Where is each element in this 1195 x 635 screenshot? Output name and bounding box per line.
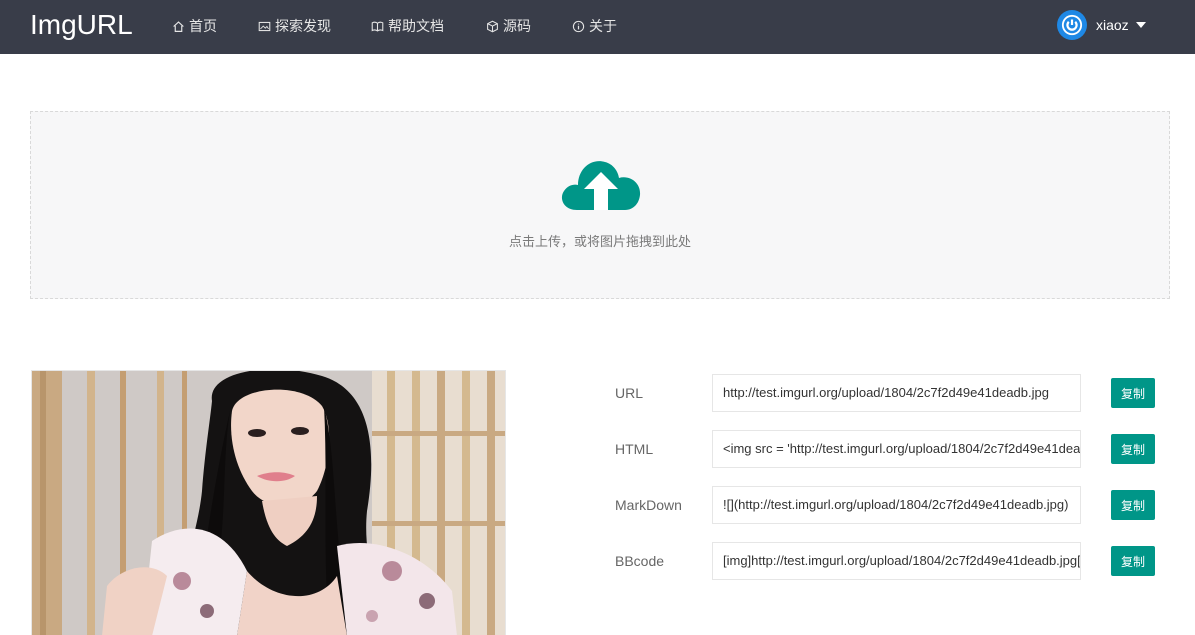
nav-item-docs[interactable]: 帮助文档 [371, 15, 444, 37]
html-label: HTML [615, 441, 654, 457]
top-navbar: ImgURL 首页 探索发现 帮助文档 源码 关于 xiaoz [0, 0, 1195, 54]
copy-markdown-button[interactable]: 复制 [1111, 490, 1155, 520]
upload-dropzone[interactable]: 点击上传，或将图片拖拽到此处 [30, 111, 1170, 299]
nav-item-label: 探索发现 [275, 18, 331, 34]
uploaded-image-preview [31, 370, 506, 635]
cloud-upload-icon [561, 161, 641, 210]
nav-item-label: 关于 [589, 18, 617, 34]
power-icon [1061, 14, 1083, 36]
nav-item-source[interactable]: 源码 [486, 15, 531, 37]
upload-hint: 点击上传，或将图片拖拽到此处 [508, 234, 691, 249]
copy-html-button[interactable]: 复制 [1111, 434, 1155, 464]
url-field[interactable]: http://test.imgurl.org/upload/1804/2c7f2… [712, 374, 1081, 412]
nav-item-label: 首页 [189, 18, 217, 34]
photo-illustration [32, 371, 505, 635]
username[interactable]: xiaoz [1096, 17, 1129, 33]
nav-item-explore[interactable]: 探索发现 [258, 15, 331, 37]
nav-item-label: 源码 [503, 18, 531, 34]
home-icon [173, 20, 184, 32]
info-icon [572, 20, 585, 32]
user-menu[interactable]: xiaoz [1057, 10, 1146, 40]
brand-logo[interactable]: ImgURL [30, 8, 133, 42]
nav-item-home[interactable]: 首页 [172, 15, 217, 37]
copy-bbcode-button[interactable]: 复制 [1111, 546, 1155, 576]
cube-icon [487, 20, 498, 32]
html-field[interactable]: <img src = 'http://test.imgurl.org/uploa… [712, 430, 1081, 468]
markdown-field[interactable]: ![](http://test.imgurl.org/upload/1804/2… [712, 486, 1081, 524]
book-icon [371, 21, 384, 32]
avatar[interactable] [1057, 10, 1087, 40]
image-icon [258, 21, 271, 31]
chevron-down-icon[interactable] [1135, 22, 1146, 28]
bbcode-label: BBcode [615, 553, 665, 569]
bbcode-field[interactable]: [img]http://test.imgurl.org/upload/1804/… [712, 542, 1081, 580]
nav-item-label: 帮助文档 [388, 18, 444, 34]
url-label: URL [615, 385, 644, 401]
markdown-label: MarkDown [615, 497, 682, 513]
copy-url-button[interactable]: 复制 [1111, 378, 1155, 408]
nav-item-about[interactable]: 关于 [572, 15, 617, 37]
